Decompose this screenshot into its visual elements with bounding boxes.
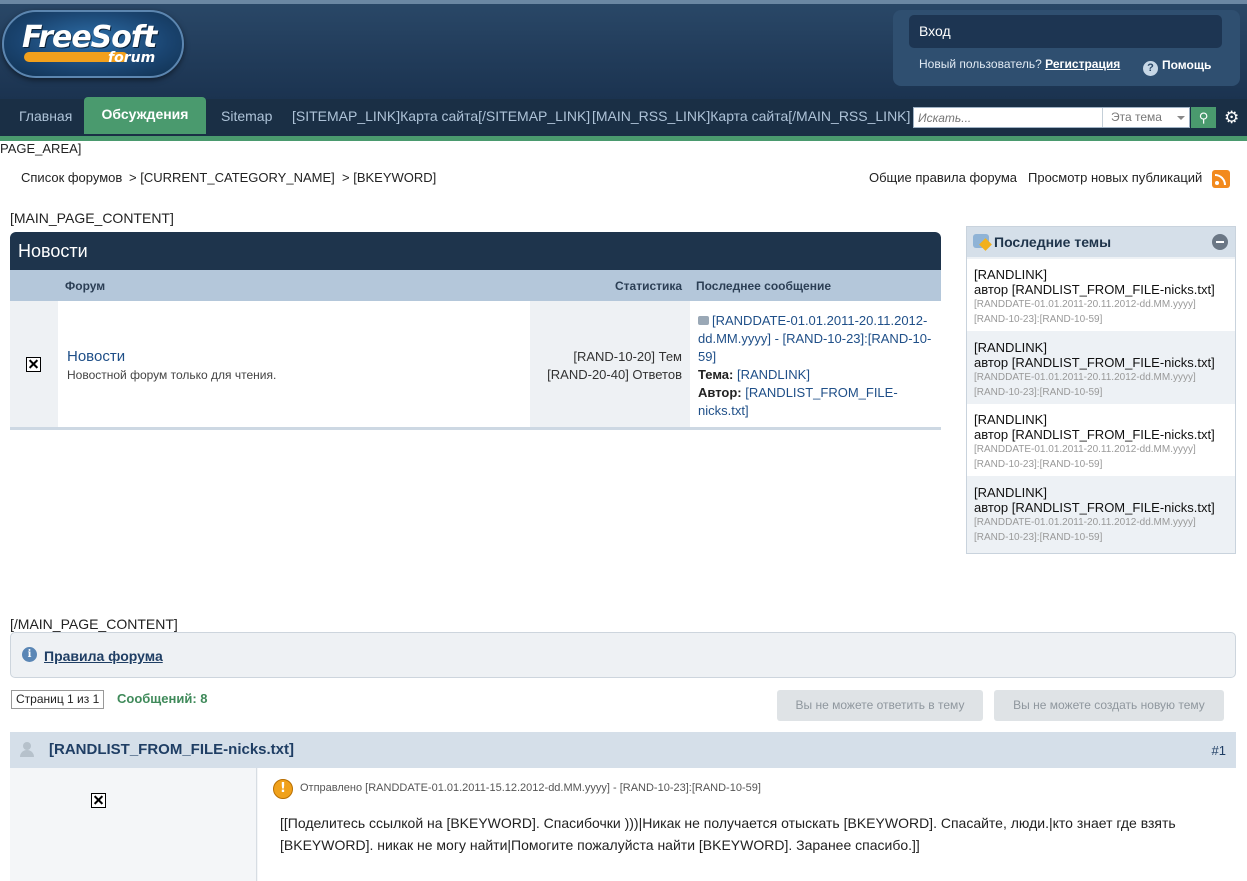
- collapse-icon[interactable]: [1212, 234, 1228, 250]
- topic-label: Тема:: [698, 367, 734, 382]
- new-user-text: Новый пользователь? Регистрация: [919, 57, 1120, 71]
- post-content-panel: ! Отправлено [RANDDATE-01.01.2011-15.12.…: [258, 768, 1236, 881]
- column-forum: Форум: [65, 279, 106, 293]
- recent-topic-date: [RANDDATE-01.01.2011-20.11.2012-dd.MM.yy…: [974, 299, 1196, 310]
- forum-info-cell: Новости Новостной форум только для чтени…: [58, 301, 530, 427]
- last-post-date-link[interactable]: [RANDDATE-01.01.2011-20.11.2012-dd.MM.yy…: [698, 313, 931, 364]
- broken-image-icon: [26, 357, 41, 372]
- recent-topic-author[interactable]: автор [RANDLIST_FROM_FILE-nicks.txt]: [974, 500, 1235, 515]
- help-label: Помощь: [1162, 58, 1212, 72]
- site-header: FreeSoft forum Вход Новый пользователь? …: [0, 0, 1247, 99]
- forum-rules-link[interactable]: Общие правила форума: [869, 170, 1017, 185]
- main-content-close-marker: [/MAIN_PAGE_CONTENT]: [10, 616, 178, 632]
- nav-sitemap[interactable]: Sitemap: [221, 108, 272, 124]
- new-posts-link[interactable]: Просмотр новых публикаций: [1028, 170, 1202, 185]
- forum-column-headers: Форум Статистика Последнее сообщение: [10, 270, 941, 301]
- recent-topic-item: [RANDLINK] автор [RANDLIST_FROM_FILE-nic…: [967, 477, 1235, 549]
- help-icon: ?: [1143, 61, 1158, 76]
- forum-stats-cell: [RAND-10-20] Тем [RAND-20-40] Ответов: [530, 301, 690, 427]
- forum-name-link[interactable]: Новости: [67, 348, 125, 365]
- forum-description: Новостной форум только для чтения.: [67, 368, 277, 382]
- page-area-marker: PAGE_AREA]: [0, 141, 82, 156]
- recent-topic-author[interactable]: автор [RANDLIST_FROM_FILE-nicks.txt]: [974, 282, 1235, 297]
- user-icon: [20, 742, 34, 758]
- recent-topic-date: [RANDDATE-01.01.2011-20.11.2012-dd.MM.yy…: [974, 372, 1196, 383]
- post-date: Отправлено [RANDDATE-01.01.2011-15.12.20…: [300, 782, 761, 794]
- message-count: Сообщений: 8: [117, 691, 208, 706]
- broken-image-icon: [91, 793, 106, 808]
- recent-topic-item: [RANDLINK] автор [RANDLIST_FROM_FILE-nic…: [967, 332, 1235, 404]
- register-link[interactable]: Регистрация: [1045, 57, 1120, 71]
- search-input[interactable]: [914, 108, 1100, 127]
- recent-topics-header: Последние темы: [967, 227, 1235, 257]
- post-header: [RANDLIST_FROM_FILE-nicks.txt] #1: [10, 732, 1236, 768]
- forum-rules-toggle[interactable]: Правила форума: [44, 648, 163, 664]
- breadcrumb-category[interactable]: > [CURRENT_CATEGORY_NAME]: [129, 170, 335, 185]
- nav-underline: [0, 136, 1247, 141]
- search-box: Эта тема: [913, 107, 1190, 128]
- logo-subtext: forum: [108, 50, 156, 66]
- recent-topic-link[interactable]: [RANDLINK]: [974, 412, 1235, 427]
- login-box: Вход Новый пользователь? Регистрация ? По…: [893, 10, 1240, 86]
- info-icon: i: [22, 647, 37, 662]
- report-warning-icon[interactable]: !: [273, 779, 293, 799]
- recent-topic-link[interactable]: [RANDLINK]: [974, 340, 1235, 355]
- post-text: [[Поделитесь ссылкой на [BKEYWORD]. Спас…: [280, 815, 1176, 853]
- forum-category-title[interactable]: Новости: [10, 232, 941, 270]
- login-button[interactable]: Вход: [909, 15, 1222, 48]
- recent-topic-time: [RAND-10-23]:[RAND-10-59]: [974, 387, 1103, 398]
- search-button[interactable]: ⚲: [1191, 107, 1216, 128]
- help-link[interactable]: ? Помощь: [1143, 58, 1211, 76]
- search-icon: ⚲: [1198, 110, 1209, 125]
- site-logo[interactable]: FreeSoft forum: [2, 10, 184, 78]
- breadcrumb-keyword[interactable]: > [BKEYWORD]: [342, 170, 436, 185]
- recent-topic-link[interactable]: [RANDLINK]: [974, 485, 1235, 500]
- recent-topic-author[interactable]: автор [RANDLIST_FROM_FILE-nicks.txt]: [974, 427, 1235, 442]
- nav-rss-link[interactable]: [MAIN_RSS_LINK]Карта сайта[/MAIN_RSS_LIN…: [592, 108, 910, 124]
- pagination-label[interactable]: Страниц 1 из 1: [11, 690, 105, 709]
- post-body: ! Отправлено [RANDDATE-01.01.2011-15.12.…: [10, 768, 1236, 881]
- recent-topics-title: Последние темы: [994, 234, 1112, 250]
- recent-topic-time: [RAND-10-23]:[RAND-10-59]: [974, 314, 1103, 325]
- nav-discussions[interactable]: Обсуждения: [84, 97, 206, 134]
- last-topic-link[interactable]: [RANDLINK]: [737, 367, 810, 382]
- recent-topic-date: [RANDDATE-01.01.2011-20.11.2012-dd.MM.yy…: [974, 444, 1196, 455]
- last-post-cell: [RANDDATE-01.01.2011-20.11.2012-dd.MM.yy…: [690, 301, 941, 427]
- post-author-panel: [10, 768, 257, 881]
- breadcrumb-forums[interactable]: Список форумов: [21, 170, 122, 185]
- forum-status-cell: [10, 301, 58, 427]
- reply-count: [RAND-20-40] Ответов: [547, 367, 682, 382]
- header-top-line: [0, 0, 1247, 4]
- reply-disabled-button[interactable]: Вы не можете ответить в тему: [777, 690, 983, 721]
- column-last-post: Последнее сообщение: [696, 279, 831, 293]
- forum-block-bottom: [10, 427, 941, 430]
- recent-topic-date: [RANDDATE-01.01.2011-20.11.2012-dd.MM.yy…: [974, 517, 1196, 528]
- post-number-link[interactable]: #1: [1212, 743, 1226, 758]
- recent-topics-sidebar: Последние темы [RANDLINK] автор [RANDLIS…: [966, 226, 1236, 554]
- recent-topic-author[interactable]: автор [RANDLIST_FROM_FILE-nicks.txt]: [974, 355, 1235, 370]
- nav-sitemap-link[interactable]: [SITEMAP_LINK]Карта сайта[/SITEMAP_LINK]: [292, 108, 590, 124]
- gear-icon[interactable]: ⚙: [1224, 108, 1239, 128]
- post-author-link[interactable]: [RANDLIST_FROM_FILE-nicks.txt]: [49, 741, 294, 758]
- chevron-down-icon: [1177, 116, 1185, 120]
- topic-count: [RAND-10-20] Тем: [573, 349, 682, 364]
- topics-icon: [973, 234, 989, 248]
- forum-row: Новости Новостной форум только для чтени…: [10, 301, 941, 427]
- new-user-label: Новый пользователь?: [919, 57, 1042, 71]
- recent-topic-link[interactable]: [RANDLINK]: [974, 267, 1235, 282]
- arrow-right-icon[interactable]: [698, 316, 709, 325]
- recent-topic-time: [RAND-10-23]:[RAND-10-59]: [974, 459, 1103, 470]
- forum-rules-box: i Правила форума: [10, 632, 1236, 678]
- recent-topic-item: [RANDLINK] автор [RANDLIST_FROM_FILE-nic…: [967, 404, 1235, 476]
- search-scope-select[interactable]: Эта тема: [1102, 108, 1189, 127]
- new-topic-disabled-button[interactable]: Вы не можете создать новую тему: [994, 690, 1224, 721]
- nav-home[interactable]: Главная: [19, 108, 72, 124]
- recent-topic-time: [RAND-10-23]:[RAND-10-59]: [974, 532, 1103, 543]
- search-scope-label: Эта тема: [1111, 110, 1162, 124]
- column-stats: Статистика: [615, 279, 683, 293]
- rss-icon[interactable]: [1212, 170, 1230, 188]
- main-content-open-marker: [MAIN_PAGE_CONTENT]: [10, 210, 174, 226]
- recent-topic-item: [RANDLINK] автор [RANDLIST_FROM_FILE-nic…: [967, 259, 1235, 331]
- author-label: Автор:: [698, 385, 742, 400]
